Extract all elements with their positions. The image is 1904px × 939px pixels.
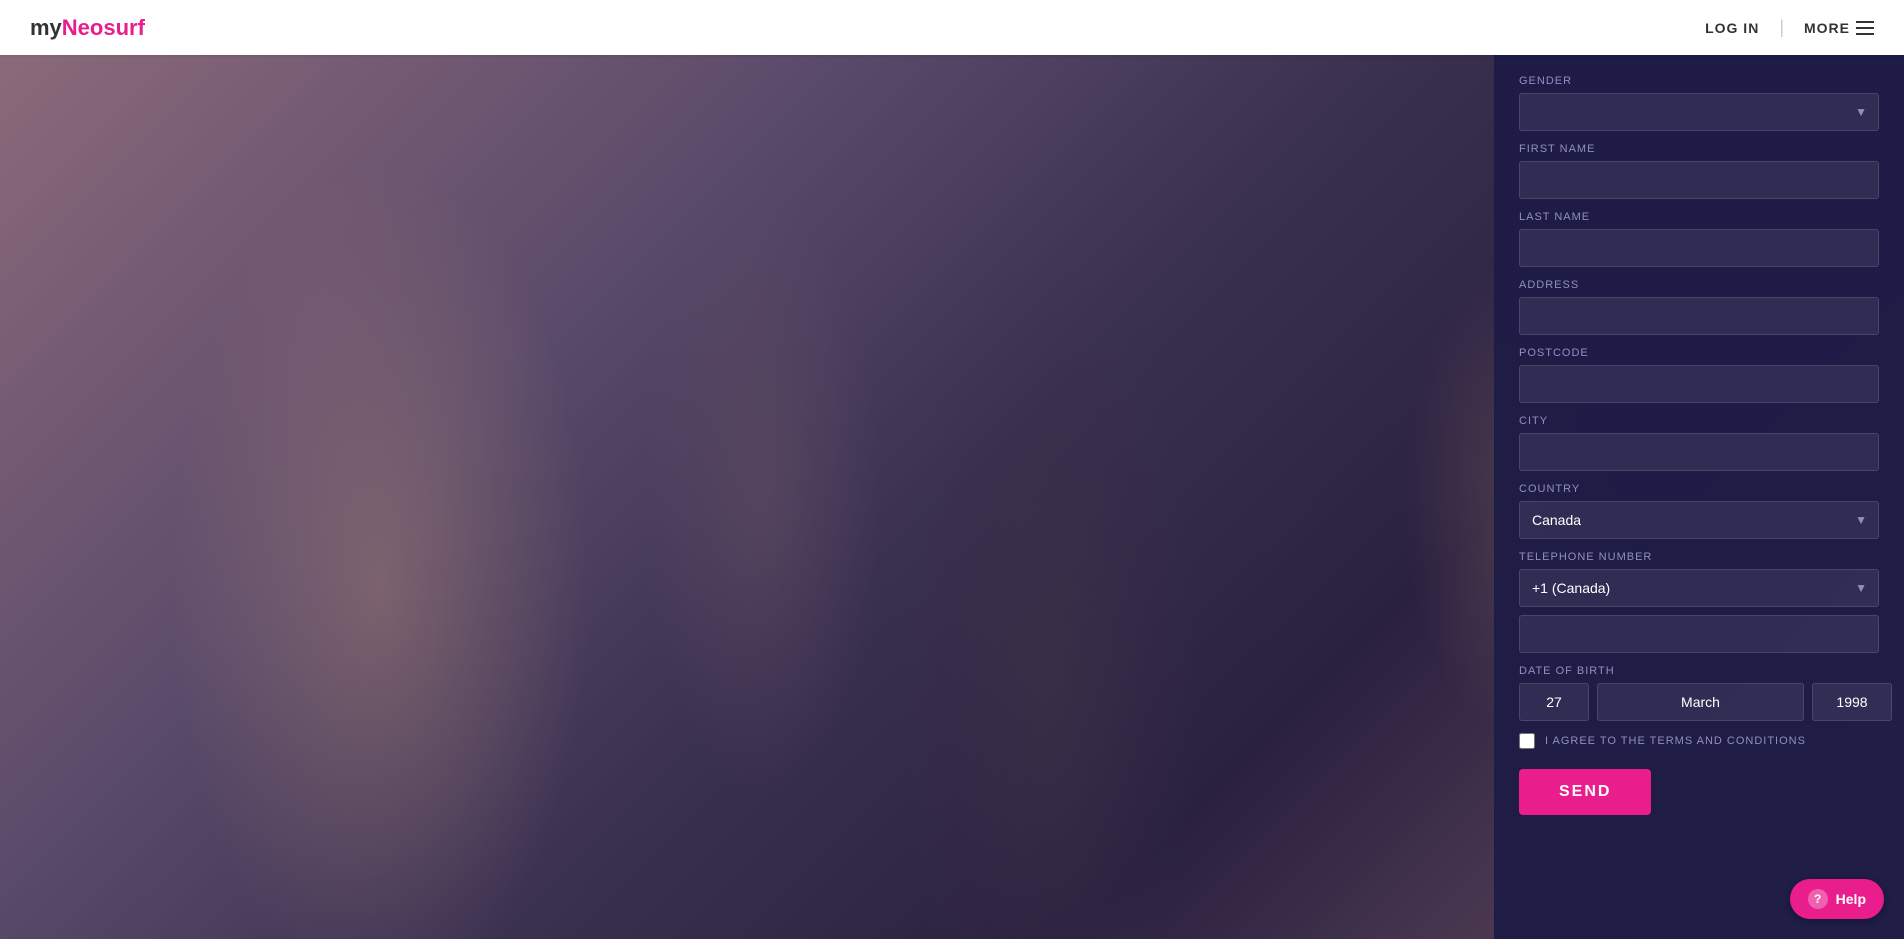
last-name-input[interactable] bbox=[1519, 229, 1879, 267]
registration-form: GENDER Male Female Other ▼ FIRST NAME LA… bbox=[1494, 55, 1904, 939]
help-label: Help bbox=[1836, 891, 1866, 907]
postcode-field-group: POSTCODE bbox=[1519, 347, 1879, 403]
first-name-input[interactable] bbox=[1519, 161, 1879, 199]
login-button[interactable]: LOG IN bbox=[1705, 20, 1759, 36]
last-name-label: LAST NAME bbox=[1519, 211, 1879, 223]
dob-year-input[interactable] bbox=[1812, 683, 1892, 721]
address-input[interactable] bbox=[1519, 297, 1879, 335]
address-field-group: ADDRESS bbox=[1519, 279, 1879, 335]
country-label: COUNTRY bbox=[1519, 483, 1879, 495]
city-field-group: CITY bbox=[1519, 415, 1879, 471]
city-input[interactable] bbox=[1519, 433, 1879, 471]
header-divider: | bbox=[1779, 17, 1784, 38]
dob-row bbox=[1519, 683, 1879, 721]
telephone-number-input[interactable] bbox=[1519, 615, 1879, 653]
dob-label: DATE OF BIRTH bbox=[1519, 665, 1879, 677]
dob-day-input[interactable] bbox=[1519, 683, 1589, 721]
logo: myNeosurf bbox=[30, 15, 145, 41]
logo-neo: Neosurf bbox=[62, 15, 145, 40]
terms-row: I AGREE TO THE TERMS AND CONDITIONS bbox=[1519, 733, 1879, 749]
country-field-group: COUNTRY Canada United States United King… bbox=[1519, 483, 1879, 539]
help-button[interactable]: ? Help bbox=[1790, 879, 1884, 919]
postcode-label: POSTCODE bbox=[1519, 347, 1879, 359]
dob-month-input[interactable] bbox=[1597, 683, 1804, 721]
telephone-code-select[interactable]: +1 (Canada) +1 (USA) +44 (UK) +61 (Austr… bbox=[1519, 569, 1879, 607]
city-label: CITY bbox=[1519, 415, 1879, 427]
telephone-field-group: TELEPHONE NUMBER +1 (Canada) +1 (USA) +4… bbox=[1519, 551, 1879, 653]
terms-label[interactable]: I AGREE TO THE TERMS AND CONDITIONS bbox=[1545, 735, 1806, 747]
gender-field-group: GENDER Male Female Other ▼ bbox=[1519, 75, 1879, 131]
gender-label: GENDER bbox=[1519, 75, 1879, 87]
logo-my: my bbox=[30, 15, 62, 40]
header-right: LOG IN | MORE bbox=[1705, 17, 1874, 38]
more-button[interactable]: MORE bbox=[1804, 20, 1874, 36]
first-name-field-group: FIRST NAME bbox=[1519, 143, 1879, 199]
more-label: MORE bbox=[1804, 20, 1850, 36]
send-button[interactable]: SEND bbox=[1519, 769, 1651, 815]
country-select-wrapper: Canada United States United Kingdom Aust… bbox=[1519, 501, 1879, 539]
country-select[interactable]: Canada United States United Kingdom Aust… bbox=[1519, 501, 1879, 539]
phone-number-input-wrapper bbox=[1519, 615, 1879, 653]
help-icon: ? bbox=[1808, 889, 1828, 909]
gender-select[interactable]: Male Female Other bbox=[1519, 93, 1879, 131]
hamburger-icon bbox=[1856, 21, 1874, 35]
first-name-label: FIRST NAME bbox=[1519, 143, 1879, 155]
address-label: ADDRESS bbox=[1519, 279, 1879, 291]
date-of-birth-group: DATE OF BIRTH bbox=[1519, 665, 1879, 721]
telephone-label: TELEPHONE NUMBER bbox=[1519, 551, 1879, 563]
header: myNeosurf LOG IN | MORE bbox=[0, 0, 1904, 55]
last-name-field-group: LAST NAME bbox=[1519, 211, 1879, 267]
gender-select-wrapper: Male Female Other ▼ bbox=[1519, 93, 1879, 131]
telephone-code-select-wrapper: +1 (Canada) +1 (USA) +44 (UK) +61 (Austr… bbox=[1519, 569, 1879, 607]
postcode-input[interactable] bbox=[1519, 365, 1879, 403]
terms-checkbox[interactable] bbox=[1519, 733, 1535, 749]
